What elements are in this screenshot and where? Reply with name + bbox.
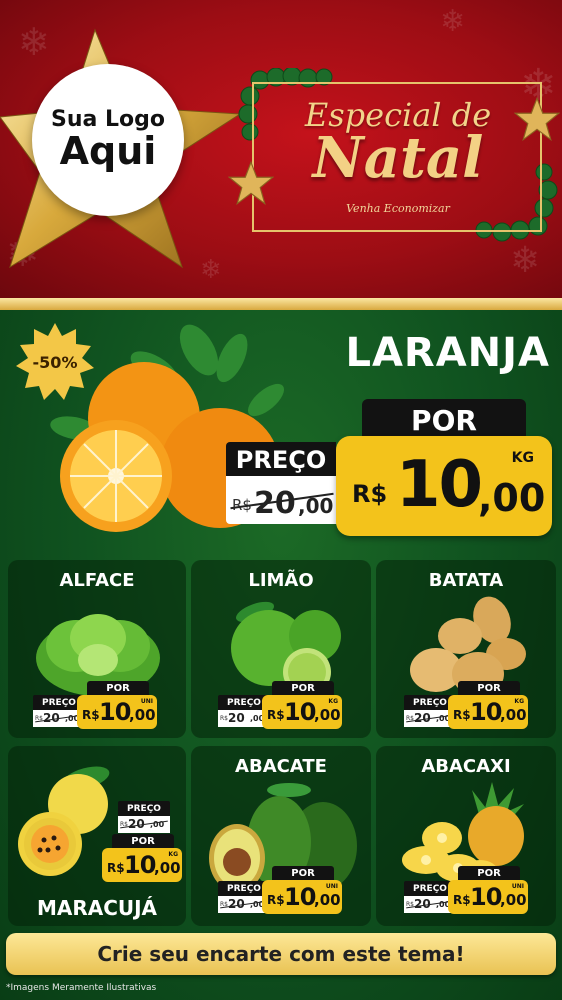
- currency: R$: [453, 708, 471, 722]
- hero-currency: R$: [352, 480, 388, 508]
- snowflake-icon: ❄: [440, 4, 466, 39]
- hero-price-cents: ,00: [478, 476, 546, 520]
- preco-label: PREÇO: [118, 801, 170, 816]
- price-cents: ,00: [500, 891, 527, 909]
- snowflake-icon: ❄: [510, 240, 541, 281]
- price-tag: R$ 10 ,00 UNI: [448, 880, 528, 914]
- product-name: BATATA: [428, 570, 504, 591]
- currency: R$: [267, 893, 285, 907]
- price-tag: R$ 10 ,00 KG: [262, 695, 342, 729]
- price-tag: R$ 10 ,00 UNI: [77, 695, 157, 729]
- product-name: ABACAXI: [421, 756, 511, 777]
- hero-old-price: R$ 20 ,00: [226, 476, 338, 524]
- old-currency: R$: [220, 715, 228, 722]
- price-int: 10: [99, 698, 131, 726]
- product-name: ABACATE: [235, 756, 327, 777]
- unit: KG: [168, 851, 178, 858]
- hero-unit: KG: [511, 450, 534, 466]
- product-name: LIMÃO: [248, 570, 314, 591]
- price-cents: ,00: [500, 706, 527, 724]
- por-label: POR: [458, 866, 520, 881]
- price-cents: ,00: [314, 891, 341, 909]
- logo-text-line2: Aqui: [59, 129, 157, 174]
- price-tag: R$ 10 ,00 UNI: [262, 880, 342, 914]
- subtitle: Venha Economizar: [346, 202, 450, 215]
- old-price: R$ 20 ,00: [118, 816, 170, 833]
- price-cents: ,00: [314, 706, 341, 724]
- currency: R$: [267, 708, 285, 722]
- price-int: 10: [470, 698, 502, 726]
- logo-placeholder[interactable]: Sua Logo Aqui: [32, 64, 184, 216]
- price-int: 10: [124, 851, 156, 879]
- unit: UNI: [511, 883, 524, 890]
- product-name: ALFACE: [59, 570, 135, 591]
- hero-price: R$ 10 ,00 KG: [336, 436, 552, 536]
- hero-preco-label: PREÇO: [226, 442, 336, 478]
- price-int: 10: [284, 883, 316, 911]
- price-int: 10: [284, 698, 316, 726]
- price-int: 10: [470, 883, 502, 911]
- por-label: POR: [458, 681, 520, 696]
- price-tag: R$ 10 ,00 KG: [448, 695, 528, 729]
- currency: R$: [82, 708, 100, 722]
- currency: R$: [453, 893, 471, 907]
- price-cents: ,00: [154, 859, 181, 877]
- unit: UNI: [325, 883, 338, 890]
- cta-banner[interactable]: Crie seu encarte com este tema!: [6, 933, 556, 975]
- hero-product-name: LARANJA: [345, 330, 550, 376]
- por-label: POR: [272, 681, 334, 696]
- gold-divider: [0, 298, 562, 310]
- title-line2: Natal: [312, 125, 484, 191]
- price-tag: R$ 10 ,00 KG: [102, 848, 182, 882]
- price-cents: ,00: [129, 706, 156, 724]
- hero-price-int: 10: [396, 448, 483, 522]
- unit: UNI: [140, 698, 153, 705]
- header-banner: ❄ ❄ ❄ ❄ ❄ ❄ Sua Logo Aqui: [0, 0, 562, 298]
- disclaimer-text: *Imagens Meramente Ilustrativas: [6, 983, 157, 993]
- unit: KG: [328, 698, 338, 705]
- unit: KG: [514, 698, 524, 705]
- title-frame: Especial de Natal Venha Economizar: [228, 68, 560, 243]
- por-label: POR: [112, 834, 174, 849]
- currency: R$: [107, 861, 125, 875]
- hero-por-label: POR: [362, 399, 526, 441]
- por-label: POR: [87, 681, 149, 696]
- old-int: 20: [228, 711, 245, 725]
- product-name: MARACUJÁ: [36, 896, 158, 920]
- por-label: POR: [272, 866, 334, 881]
